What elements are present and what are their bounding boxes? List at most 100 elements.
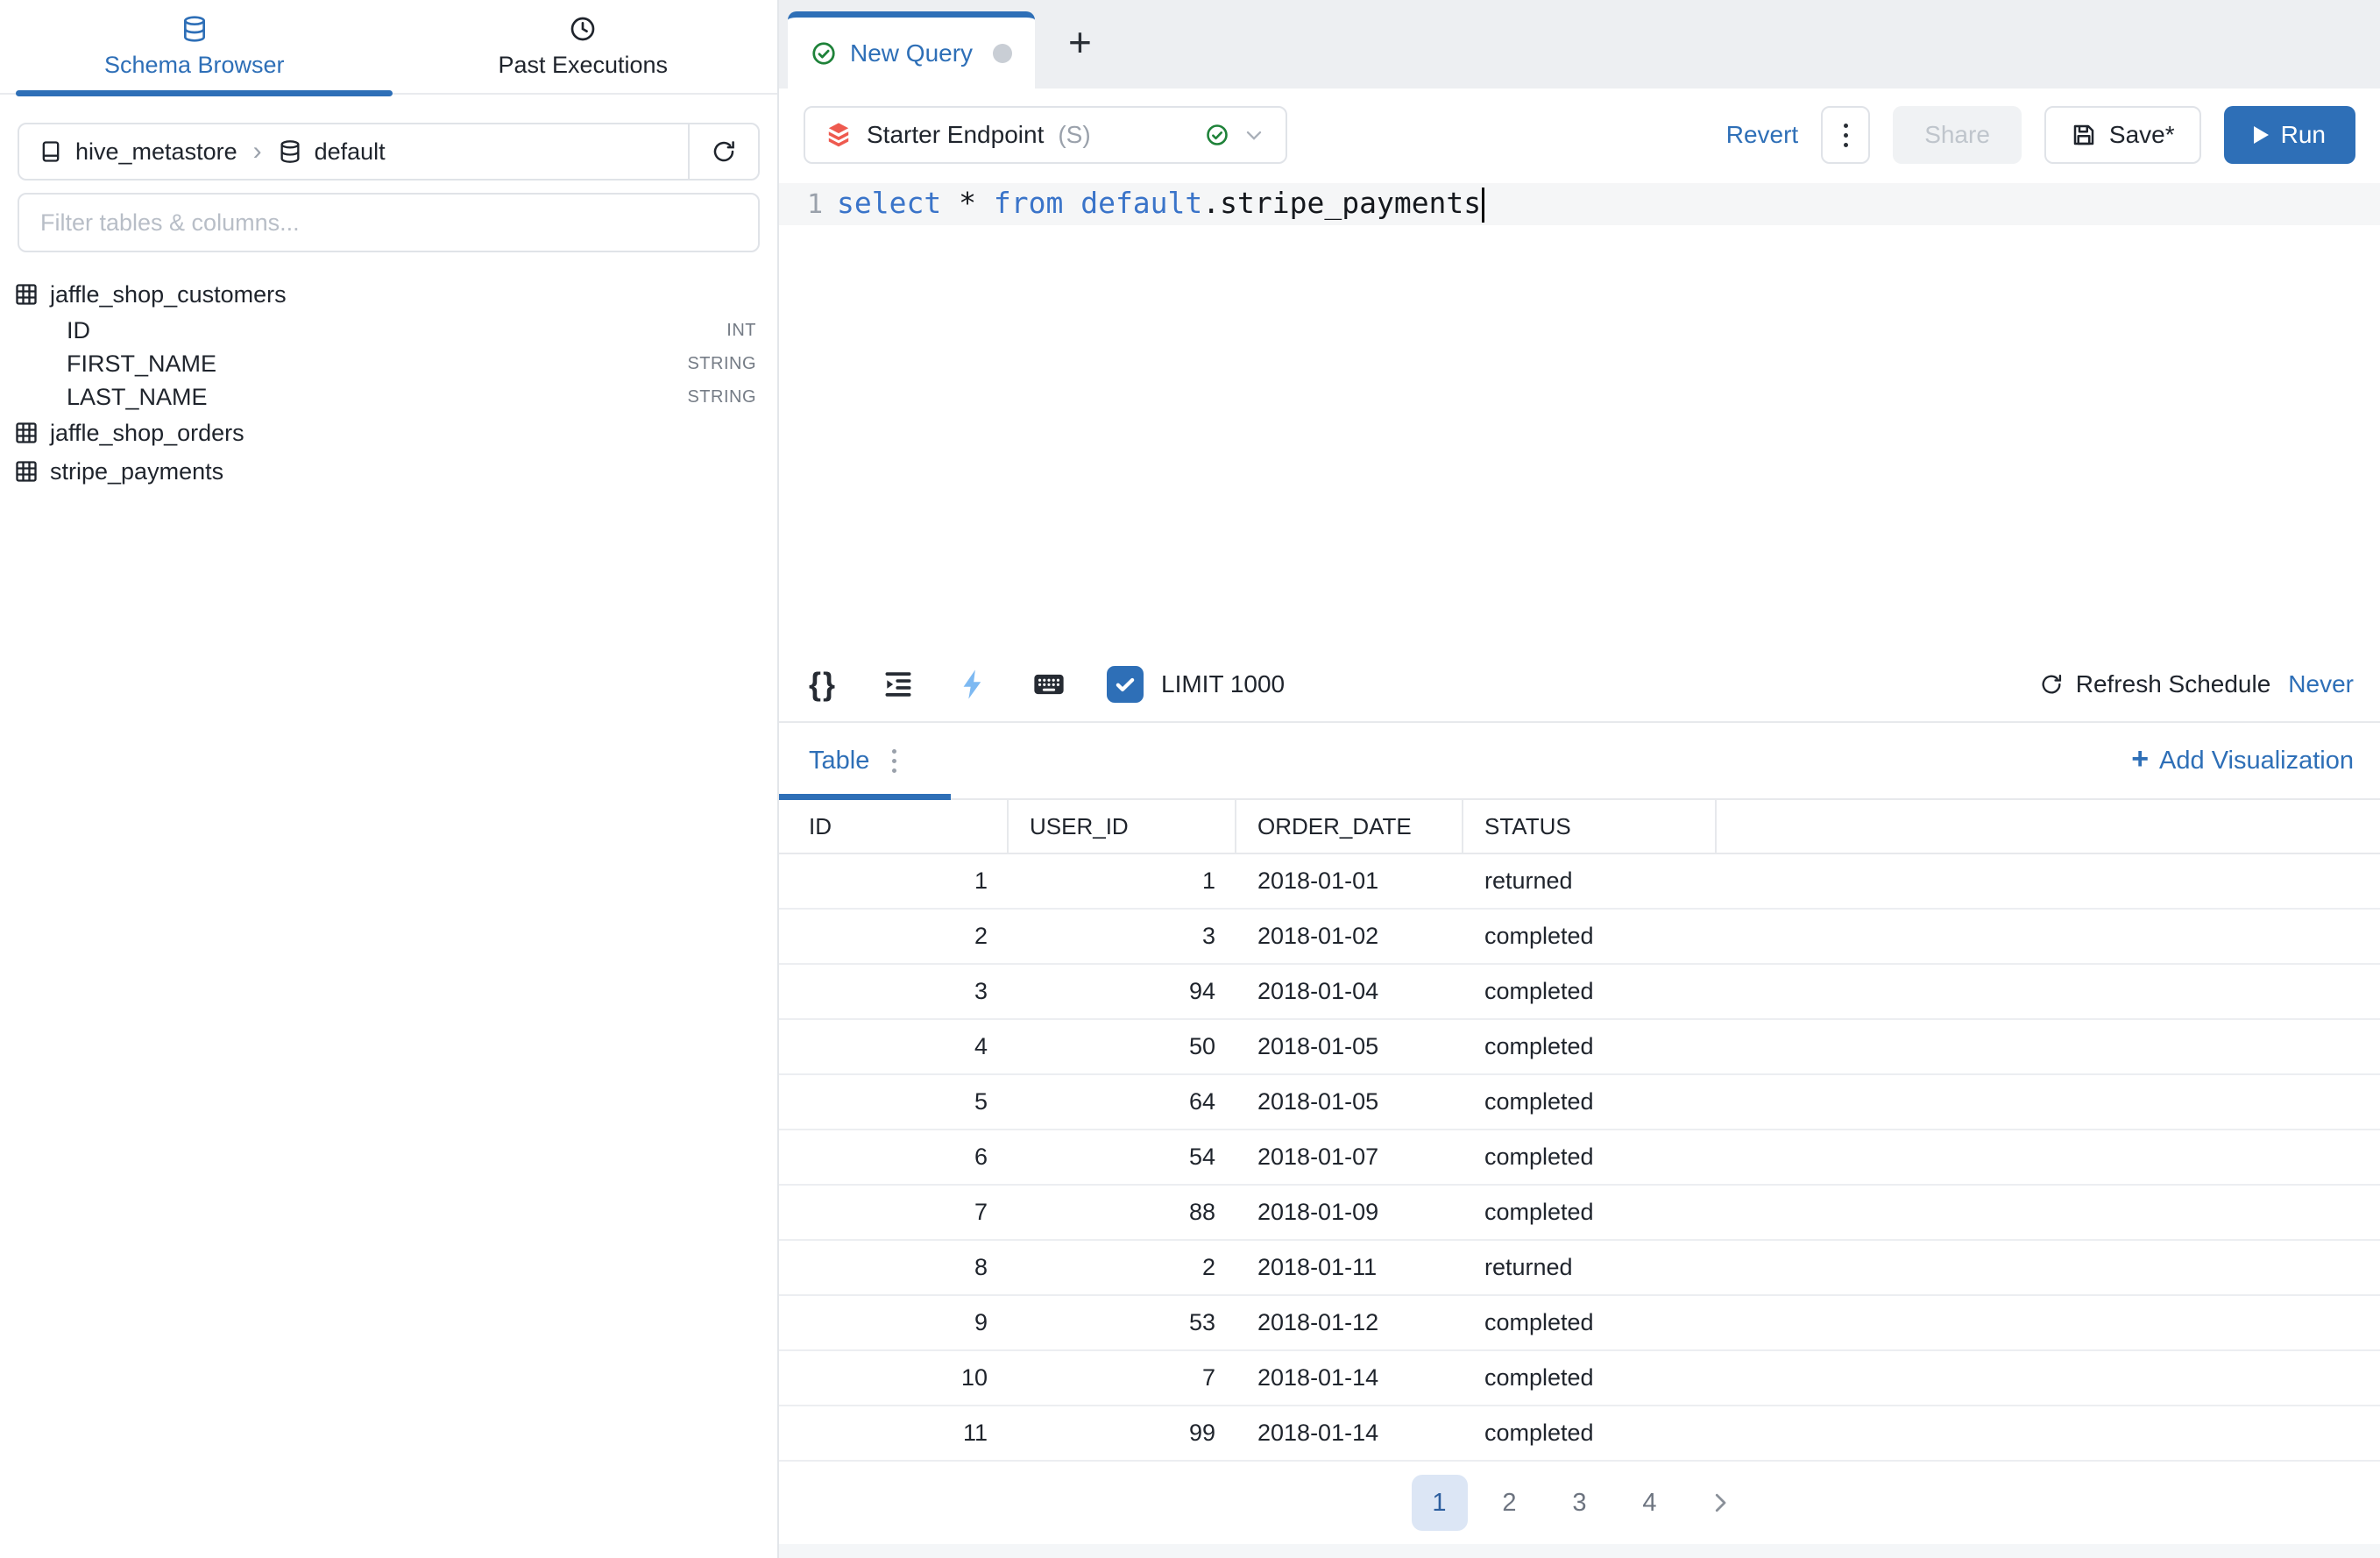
more-options-button[interactable] (1821, 106, 1870, 164)
cell: 8 (779, 1241, 1009, 1294)
breadcrumb-schema[interactable]: default (315, 138, 386, 166)
databricks-logo-icon (825, 121, 853, 149)
run-button[interactable]: Run (2224, 106, 2355, 164)
next-page-button[interactable] (1692, 1475, 1748, 1531)
cell-empty (1717, 854, 2380, 908)
cell: 2018-01-14 (1236, 1406, 1463, 1460)
cell: 88 (1009, 1186, 1236, 1239)
cell: 9 (779, 1296, 1009, 1349)
cell: 2018-01-09 (1236, 1186, 1463, 1239)
tab-past-executions[interactable]: Past Executions (389, 0, 778, 93)
column-name: ID (67, 317, 90, 344)
cell: returned (1463, 1241, 1717, 1294)
table-tab-kebab-icon[interactable] (892, 749, 896, 773)
tab-new-query[interactable]: New Query (788, 11, 1035, 89)
endpoint-selector[interactable]: Starter Endpoint (S) (804, 106, 1287, 164)
breadcrumb-path[interactable]: hive_metastore › default (19, 137, 688, 166)
cell-empty (1717, 1130, 2380, 1184)
table-name: stripe_payments (50, 458, 223, 485)
page-button-3[interactable]: 3 (1552, 1475, 1608, 1531)
cell-empty (1717, 965, 2380, 1018)
visualization-tabs: Table + Add Visualization (779, 723, 2380, 800)
table-row: 232018-01-02completed (779, 910, 2380, 965)
tab-past-executions-label: Past Executions (498, 52, 668, 79)
cell: returned (1463, 854, 1717, 908)
cell: 1 (779, 854, 1009, 908)
lightning-icon[interactable] (956, 667, 991, 702)
page-button-4[interactable]: 4 (1622, 1475, 1678, 1531)
refresh-schema-button[interactable] (688, 124, 758, 179)
bottom-strip (779, 1544, 2380, 1558)
clock-icon (569, 15, 597, 43)
play-icon (2254, 126, 2269, 144)
revert-button[interactable]: Revert (1726, 121, 1798, 149)
share-button[interactable]: Share (1893, 106, 2022, 164)
breadcrumb: hive_metastore › default (18, 123, 760, 181)
cell: completed (1463, 910, 1717, 963)
cell: 54 (1009, 1130, 1236, 1184)
schema-column-item: IDINT (14, 314, 756, 347)
query-tabbar: New Query + (779, 0, 2380, 89)
cell: 2018-01-14 (1236, 1351, 1463, 1405)
cell: 5 (779, 1075, 1009, 1129)
column-name: LAST_NAME (67, 384, 208, 411)
cell-empty (1717, 1075, 2380, 1129)
indent-icon[interactable] (881, 667, 916, 702)
cell-empty (1717, 1241, 2380, 1294)
page-button-1[interactable]: 1 (1412, 1475, 1468, 1531)
table-row: 7882018-01-09completed (779, 1186, 2380, 1241)
schema-table-item[interactable]: stripe_payments (14, 452, 756, 491)
kebab-icon (1844, 124, 1848, 147)
new-tab-button[interactable]: + (1068, 22, 1092, 67)
sql-token (976, 186, 994, 220)
limit-label: LIMIT 1000 (1161, 670, 1285, 698)
schema-filter (18, 193, 760, 252)
cell: 2018-01-07 (1236, 1130, 1463, 1184)
table-row: 5642018-01-05completed (779, 1075, 2380, 1130)
column-header-user_id[interactable]: USER_ID (1009, 800, 1236, 853)
keyboard-icon[interactable] (1031, 667, 1066, 702)
schema-table-item[interactable]: jaffle_shop_customers (14, 275, 756, 314)
sidebar: Schema Browser Past Executions hive_meta… (0, 0, 779, 1558)
add-visualization-button[interactable]: + Add Visualization (2131, 744, 2354, 777)
save-button[interactable]: Save* (2044, 106, 2201, 164)
table-row: 6542018-01-07completed (779, 1130, 2380, 1186)
breadcrumb-catalog[interactable]: hive_metastore (75, 138, 237, 166)
column-header-order_date[interactable]: ORDER_DATE (1236, 800, 1463, 853)
sql-editor[interactable]: 1 select * from default.stripe_payments (779, 181, 2380, 648)
tab-schema-browser[interactable]: Schema Browser (0, 0, 389, 93)
tab-table-visualization[interactable]: Table (779, 723, 951, 798)
cell-empty (1717, 1406, 2380, 1460)
main-panel: New Query + Starter Endpoint (S) (779, 0, 2380, 1558)
catalog-icon (39, 139, 63, 164)
column-type: STRING (687, 354, 756, 374)
results-table-body: 112018-01-01returned232018-01-02complete… (779, 854, 2380, 1462)
line-number: 1 (779, 189, 837, 220)
tab-new-query-label: New Query (850, 39, 973, 67)
column-header-status[interactable]: STATUS (1463, 800, 1717, 853)
cell: 2018-01-12 (1236, 1296, 1463, 1349)
format-braces-icon[interactable]: {} (805, 667, 840, 702)
endpoint-status-check-icon (1205, 123, 1229, 147)
cell: completed (1463, 965, 1717, 1018)
sql-token (1063, 186, 1080, 220)
table-row: 1072018-01-14completed (779, 1351, 2380, 1406)
cell: 53 (1009, 1296, 1236, 1349)
schema-table-item[interactable]: jaffle_shop_orders (14, 414, 756, 452)
limit-checkbox[interactable] (1107, 666, 1144, 703)
database-icon (181, 15, 209, 43)
refresh-schedule-value[interactable]: Never (2288, 670, 2354, 698)
cell: 10 (779, 1351, 1009, 1405)
cell: 1 (1009, 854, 1236, 908)
save-icon (2071, 122, 2097, 148)
page-button-2[interactable]: 2 (1482, 1475, 1538, 1531)
refresh-icon (711, 138, 737, 165)
limit-toggle[interactable]: LIMIT 1000 (1107, 666, 1285, 703)
schema-filter-input[interactable] (19, 209, 758, 237)
check-icon (1112, 671, 1138, 698)
sidebar-tabs: Schema Browser Past Executions (0, 0, 777, 95)
editor-footer: {} (779, 648, 2380, 721)
cell: 4 (779, 1020, 1009, 1073)
column-header-id[interactable]: ID (779, 800, 1009, 853)
plus-icon: + (2131, 744, 2149, 777)
